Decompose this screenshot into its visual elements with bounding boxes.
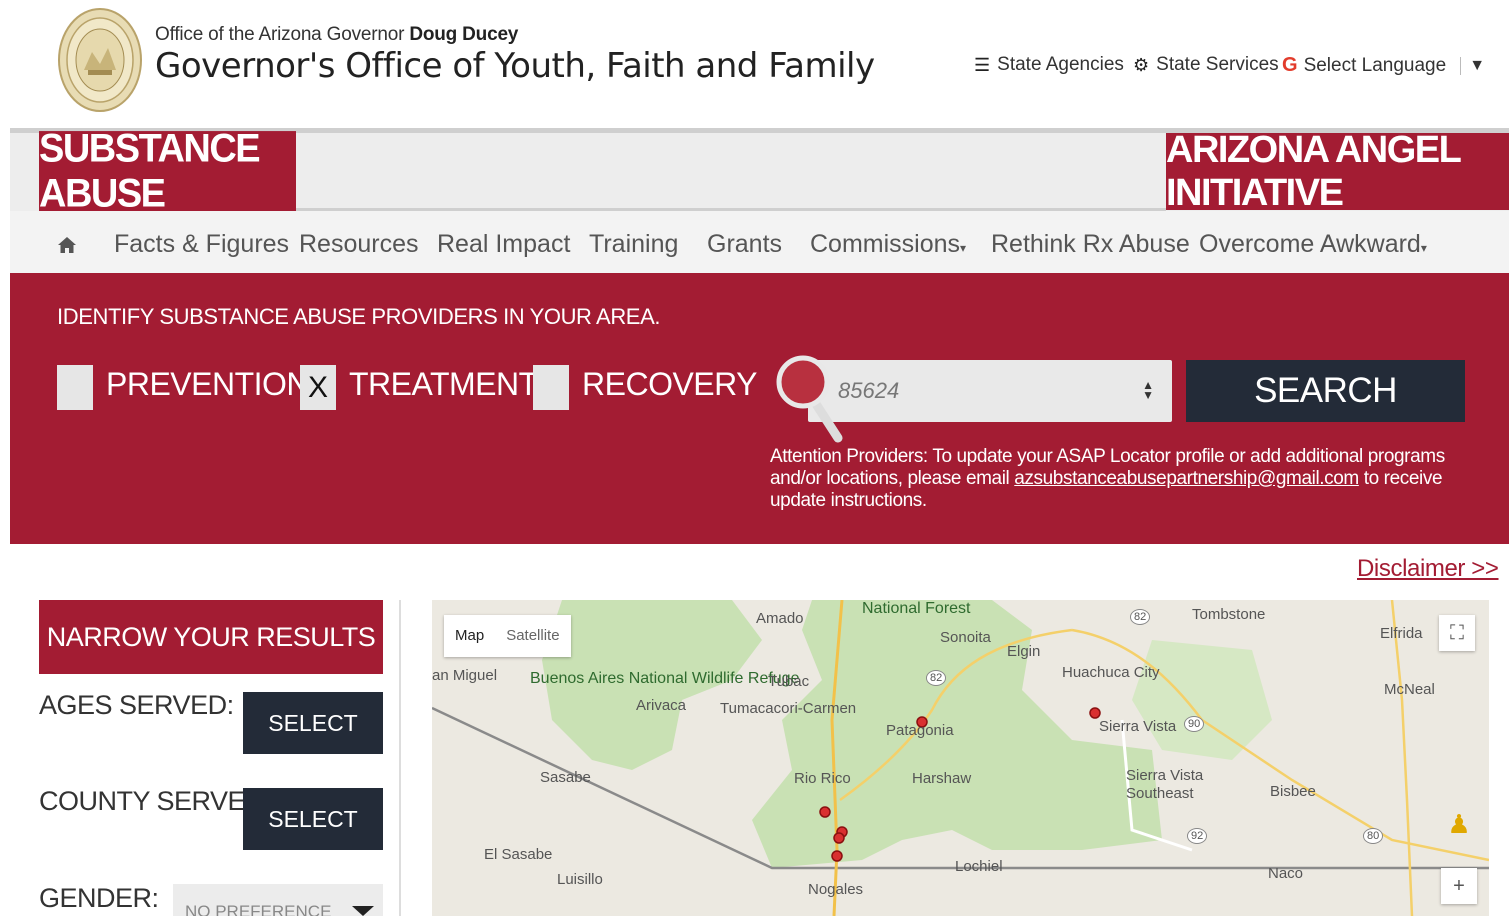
zip-input[interactable] [838, 374, 1128, 408]
place-label: Tubac [768, 673, 810, 690]
county-select-button[interactable]: SELECT [243, 788, 383, 850]
map-type-satellite[interactable]: Satellite [495, 615, 570, 657]
fullscreen-icon[interactable]: ⛶ [1439, 615, 1475, 651]
magnifier-icon [776, 355, 843, 443]
place-label: an Miguel [432, 667, 498, 684]
nav-facts-figures[interactable]: Facts & Figures [114, 230, 289, 259]
nav-rethink-rx[interactable]: Rethink Rx Abuse [991, 230, 1190, 259]
prevention-label[interactable]: PREVENTION [106, 366, 310, 403]
place-label: Bisbee [1270, 783, 1316, 800]
zip-field[interactable]: ▲▼ [808, 360, 1172, 422]
place-label: Luisillo [557, 871, 603, 888]
gender-label: GENDER: [39, 883, 159, 913]
zoom-in-icon[interactable]: + [1441, 868, 1477, 904]
partnership-email-link[interactable]: azsubstanceabusepartnership@gmail.com [1014, 468, 1359, 489]
place-label: Sierra Vista Southeast [1126, 767, 1204, 802]
place-label: Tumacacori-Carmen [720, 700, 857, 717]
search-button[interactable]: SEARCH [1186, 360, 1465, 422]
place-label: Sierra Vista [1099, 718, 1177, 735]
page: Office of the Arizona Governor Doug Duce… [0, 0, 1509, 916]
place-label: McNeal [1384, 681, 1435, 698]
nav-overcome-awkward[interactable]: Overcome Awkward▾ [1199, 230, 1427, 259]
place-label: Harshaw [912, 770, 972, 787]
provider-notice: Attention Providers: To update your ASAP… [770, 446, 1470, 512]
nav-resources[interactable]: Resources [299, 230, 419, 259]
gear-icon: ⚙ [1133, 54, 1150, 75]
place-label: National Forest [862, 600, 971, 617]
place-label: Nogales [808, 881, 864, 898]
nav-training[interactable]: Training [589, 230, 678, 259]
forest-area-east [1132, 640, 1272, 760]
map-type-map[interactable]: Map [444, 615, 495, 657]
map-type-toggle[interactable]: Map Satellite [444, 615, 571, 657]
state-services-label: State Services [1156, 54, 1279, 75]
nav-grants[interactable]: Grants [707, 230, 782, 259]
provider-marker [833, 832, 845, 844]
nav-commissions-label: Commissions [810, 230, 961, 258]
caret-down-icon: ▼ [1460, 56, 1485, 75]
treatment-checkbox[interactable]: X [300, 365, 336, 410]
search-heading: IDENTIFY SUBSTANCE ABUSE PROVIDERS IN YO… [57, 304, 661, 329]
provider-marker [831, 850, 843, 862]
county-served-label: COUNTY SERVED: [39, 786, 272, 816]
recovery-checkbox[interactable] [533, 365, 569, 410]
prevention-checkbox[interactable] [57, 365, 93, 410]
google-translate-icon: G [1282, 54, 1298, 76]
site-title[interactable]: Governor's Office of Youth, Faith and Fa… [155, 46, 875, 86]
disclaimer-link[interactable]: Disclaimer >> [1357, 555, 1499, 583]
ages-served-label: AGES SERVED: [39, 690, 234, 720]
place-label: Huachuca City [1062, 664, 1160, 681]
place-label: Rio Rico [794, 770, 851, 787]
home-icon[interactable] [57, 236, 77, 254]
place-label: Sasabe [540, 769, 591, 786]
substance-abuse-tag[interactable]: SUBSTANCE ABUSE [39, 126, 296, 216]
provider-marker [1089, 707, 1101, 719]
recovery-label[interactable]: RECOVERY [582, 366, 758, 403]
language-selector[interactable]: G Select Language ▼ [1282, 54, 1485, 77]
place-label: Sonoita [940, 629, 991, 646]
place-label: Lochiel [955, 858, 1003, 875]
nav-real-impact[interactable]: Real Impact [437, 230, 570, 259]
office-line: Office of the Arizona Governor Doug Duce… [155, 24, 518, 46]
treatment-label[interactable]: TREATMENT [349, 366, 538, 403]
menu-icon: ☰ [974, 54, 991, 75]
governor-name: Doug Ducey [409, 24, 519, 45]
column-divider [399, 600, 401, 916]
state-services-link[interactable]: ⚙ State Services [1133, 54, 1279, 76]
provider-marker [819, 806, 831, 818]
pegman-icon[interactable]: ♟ [1441, 806, 1477, 842]
narrow-results-heading: NARROW YOUR RESULTS [39, 600, 383, 674]
office-prefix: Office of the Arizona Governor [155, 24, 405, 45]
place-label: Tombstone [1192, 606, 1266, 623]
arizona-angel-tag[interactable]: ARIZONA ANGEL INITIATIVE [1166, 129, 1509, 214]
nav-overcome-awkward-label: Overcome Awkward [1199, 230, 1421, 258]
number-spinner-icon[interactable]: ▲ ▼ [1142, 379, 1154, 401]
place-label: El Sasabe [484, 846, 553, 863]
state-agencies-label: State Agencies [997, 54, 1124, 75]
place-label: Naco [1268, 865, 1304, 882]
place-label: Amado [756, 610, 804, 627]
ages-select-button[interactable]: SELECT [243, 692, 383, 754]
place-label: Patagonia [886, 722, 954, 739]
language-label: Select Language [1303, 54, 1447, 76]
place-label: Arivaca [636, 697, 687, 714]
place-label: Elgin [1007, 643, 1041, 660]
state-agencies-link[interactable]: ☰ State Agencies [974, 54, 1124, 76]
place-label: Buenos Aires National Wildlife Refuge [530, 670, 799, 687]
place-label: Elfrida [1380, 625, 1423, 642]
dropdown-caret-icon: ▾ [1420, 241, 1427, 255]
nav-commissions[interactable]: Commissions▾ [810, 230, 966, 259]
dropdown-caret-icon: ▾ [960, 241, 967, 255]
select-caret-icon [352, 906, 374, 916]
arizona-seal-logo[interactable] [58, 8, 142, 112]
